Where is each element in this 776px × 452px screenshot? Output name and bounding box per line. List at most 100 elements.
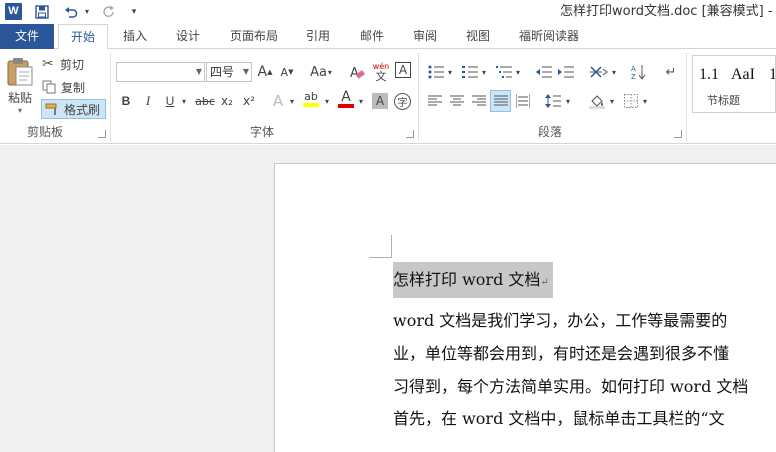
cut-button[interactable]: ✂ 剪切 [42,54,90,74]
font-launcher-icon[interactable] [406,130,414,138]
align-left-icon [428,95,442,106]
distributed-button[interactable] [514,91,532,111]
shading-dropdown-icon[interactable]: ▾ [608,91,616,111]
highlight-dropdown-icon[interactable]: ▾ [322,91,332,111]
document-heading-text: 怎样打印 word 文档 [393,270,541,289]
borders-dropdown-icon[interactable]: ▾ [641,91,649,111]
decrease-indent-icon [536,66,552,78]
tab-insert[interactable]: 插入 [115,24,155,49]
character-border-button[interactable]: A [395,62,411,78]
tab-file[interactable]: 文件 [0,24,54,49]
paragraph-mark-icon: ↵ [665,64,677,80]
save-icon[interactable] [33,2,51,22]
subscript-button[interactable]: x₂ [218,91,236,111]
styles-gallery[interactable]: 1.1 AaI 节标题 1 [692,55,776,113]
bold-button[interactable]: B [118,91,134,111]
tab-foxit-reader[interactable]: 福昕阅读器 [511,24,587,49]
undo-icon[interactable] [62,2,80,22]
numbering-icon [462,66,478,78]
tab-review[interactable]: 审阅 [405,24,445,49]
paragraph-launcher-icon[interactable] [674,130,682,138]
group-divider [418,53,419,141]
paste-icon [7,58,33,86]
align-center-button[interactable] [448,91,466,111]
tab-references[interactable]: 引用 [298,24,338,49]
line-spacing-dropdown-icon[interactable]: ▾ [564,91,572,111]
format-painter-button[interactable]: 格式刷 [41,99,106,119]
tab-design[interactable]: 设计 [168,24,208,49]
tab-page-layout[interactable]: 页面布局 [222,24,286,49]
style-item-section-heading[interactable]: 1.1 AaI 节标题 [693,56,760,112]
character-shading-button[interactable]: A [372,93,388,109]
chinese-layout-button[interactable] [588,62,610,82]
shrink-arrow-icon: ▼ [288,68,294,76]
align-right-button[interactable] [470,91,488,111]
clipboard-launcher-icon[interactable] [98,130,106,138]
customize-toolbar-icon[interactable]: ▾ [128,2,140,22]
tab-home[interactable]: 开始 [58,24,108,50]
bullets-button[interactable] [426,62,446,82]
paste-button[interactable]: 粘贴 ▾ [4,53,36,119]
increase-indent-button[interactable] [557,62,575,82]
phonetic-guide-button[interactable]: wén 文 [371,59,391,85]
italic-button[interactable]: I [140,91,156,111]
strikethrough-button[interactable]: abc [194,91,216,111]
style-sample-text: AaI [731,66,755,83]
text-effects-button[interactable]: A [270,91,286,111]
document-text-line[interactable]: word 文档是我们学习，办公，工作等最需要的 [393,308,727,334]
document-heading[interactable]: 怎样打印 word 文档↵ [393,262,553,298]
line-spacing-button[interactable] [543,91,563,111]
justify-button[interactable] [490,90,511,112]
align-left-button[interactable] [426,91,444,111]
clear-formatting-button[interactable]: A [348,62,366,82]
bullets-dropdown-icon[interactable]: ▾ [446,62,454,82]
svg-text:A: A [631,65,636,73]
font-color-dropdown-icon[interactable]: ▾ [356,91,366,111]
copy-label: 复制 [61,80,86,95]
ribbon: 粘贴 ▾ ✂ 剪切 复制 格式刷 剪贴板 ▼ 四号 ▼ A ▲ A ▼ Aa ▾ A … [0,49,776,144]
shading-button[interactable] [587,91,607,111]
copy-button[interactable]: 复制 [42,77,90,97]
word-app-icon[interactable]: W [5,3,22,20]
undo-dropdown-icon[interactable]: ▾ [82,2,92,22]
chinese-layout-dropdown-icon[interactable]: ▾ [610,62,618,82]
sort-button[interactable]: AZ [630,62,648,82]
document-text-line[interactable]: 首先，在 word 文档中，鼠标单击工具栏的“文 [393,406,725,452]
highlight-button[interactable]: ab [302,89,320,109]
multilevel-dropdown-icon[interactable]: ▾ [514,62,522,82]
margin-crop-mark [391,235,392,258]
enclose-characters-button[interactable]: 字 [394,93,411,110]
superscript-button[interactable]: x² [240,91,258,111]
decrease-indent-button[interactable] [535,62,553,82]
shrink-font-button[interactable]: A ▼ [278,62,296,82]
show-marks-button[interactable]: ↵ [663,62,679,82]
tab-view[interactable]: 视图 [458,24,498,49]
align-right-icon [472,95,486,106]
borders-button[interactable] [622,91,640,111]
document-text-line[interactable]: 业，单位等都会用到，有时还是会遇到很多不懂 [393,341,729,367]
font-size-combo[interactable]: 四号 ▼ [206,62,252,82]
document-text-line[interactable]: 习得到，每个方法简单实用。如何打印 word 文档 [393,374,748,400]
line-spacing-icon [545,94,561,108]
font-color-bar [338,104,354,108]
tab-mailings[interactable]: 邮件 [352,24,392,49]
numbering-dropdown-icon[interactable]: ▾ [480,62,488,82]
underline-button[interactable]: U [162,91,178,111]
character-border-icon: A [398,63,408,77]
change-case-button[interactable]: Aa ▾ [306,62,336,82]
font-color-button[interactable]: A [337,89,355,109]
font-name-combo[interactable]: ▼ [116,62,205,82]
redo-icon[interactable] [100,2,118,22]
paste-dropdown-icon: ▾ [17,106,22,115]
numbering-button[interactable] [460,62,480,82]
multilevel-list-button[interactable] [494,62,514,82]
change-case-icon: Aa [310,64,327,80]
style-sample-next: 1 [769,66,775,84]
grow-font-button[interactable]: A ▲ [256,62,274,82]
format-painter-label: 格式刷 [64,102,101,117]
paragraph-mark-icon: ↵ [540,277,549,288]
svg-text:Z: Z [631,73,636,80]
paste-label: 粘贴 [7,91,32,105]
text-effects-dropdown-icon[interactable]: ▾ [287,91,297,111]
underline-dropdown-icon[interactable]: ▾ [179,91,189,111]
